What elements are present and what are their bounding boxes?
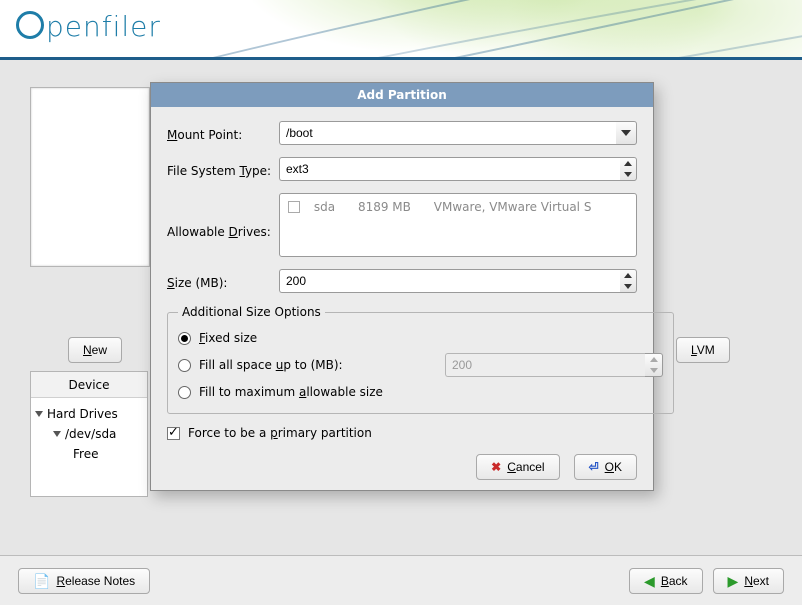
new-button[interactable]: New — [68, 337, 122, 363]
additional-size-legend: Additional Size Options — [178, 305, 325, 319]
device-tree-header: Device — [31, 372, 147, 398]
radio-icon — [178, 386, 191, 399]
ok-button[interactable]: ⏎ OK — [574, 454, 637, 480]
cancel-icon: ✖ — [491, 460, 501, 474]
chevron-up-icon — [624, 273, 632, 278]
radio-fixed-size[interactable]: Fixed size — [178, 327, 663, 349]
drive-desc: VMware, VMware Virtual S — [434, 200, 592, 214]
arrow-right-icon: ▶ — [728, 574, 739, 588]
size-input[interactable] — [279, 269, 620, 293]
drive-checkbox[interactable] — [288, 201, 300, 213]
size-stepper[interactable] — [620, 269, 637, 293]
mount-point-input[interactable] — [279, 121, 616, 145]
tree-row-dev-sda[interactable]: /dev/sda — [35, 424, 141, 444]
next-button[interactable]: ▶ Next — [713, 568, 784, 594]
radio-fill-max[interactable]: Fill to maximum allowable size — [178, 381, 663, 403]
lvm-button[interactable]: LVM — [676, 337, 730, 363]
cancel-button[interactable]: ✖ Cancel — [476, 454, 559, 480]
size-label: Size (MB): — [167, 272, 279, 290]
wizard-bottom-bar: 📄 Release Notes ◀ Back ▶ Next — [0, 555, 802, 605]
chevron-down-icon — [624, 284, 632, 289]
chevron-up-icon — [650, 357, 658, 362]
logo: penfiler — [16, 10, 161, 43]
chevron-down-icon — [53, 431, 61, 437]
chevron-up-icon — [624, 161, 632, 166]
fs-type-label: File System Type: — [167, 160, 279, 178]
chevron-down-icon — [35, 411, 43, 417]
allowable-drives-label: Allowable Drives: — [167, 193, 279, 257]
notes-icon: 📄 — [33, 574, 50, 588]
dialog-title: Add Partition — [151, 83, 653, 107]
release-notes-button[interactable]: 📄 Release Notes — [18, 568, 150, 594]
mount-point-dropdown[interactable] — [616, 121, 637, 145]
fill-up-to-input — [445, 353, 645, 377]
tree-label: Free — [73, 447, 98, 461]
ok-icon: ⏎ — [589, 460, 599, 474]
device-tree: Device Hard Drives /dev/sda Free — [30, 371, 148, 497]
radio-fill-up-to[interactable]: Fill all space up to (MB): — [178, 349, 663, 381]
drive-name: sda — [314, 200, 335, 214]
fill-up-to-stepper — [645, 353, 663, 377]
additional-size-options: Additional Size Options Fixed size Fill … — [167, 305, 674, 414]
back-button[interactable]: ◀ Back — [629, 568, 702, 594]
force-primary-checkbox[interactable] — [167, 427, 180, 440]
drive-size: 8189 MB — [358, 200, 411, 214]
add-partition-dialog: Add Partition Mount Point: File System T… — [150, 82, 654, 491]
tree-row-free[interactable]: Free — [35, 444, 141, 464]
fs-type-input[interactable] — [279, 157, 620, 181]
force-primary-row[interactable]: Force to be a primary partition — [167, 422, 637, 450]
tree-row-hard-drives[interactable]: Hard Drives — [35, 404, 141, 424]
radio-icon — [178, 359, 191, 372]
chevron-down-icon — [624, 172, 632, 177]
arrow-left-icon: ◀ — [644, 574, 655, 588]
radio-icon — [178, 332, 191, 345]
fs-type-stepper[interactable] — [620, 157, 637, 181]
allowable-drives-list[interactable]: sda 8189 MB VMware, VMware Virtual S — [279, 193, 637, 257]
tree-label: Hard Drives — [47, 407, 118, 421]
mount-point-label: Mount Point: — [167, 124, 279, 142]
chevron-down-icon — [621, 130, 631, 136]
tree-label: /dev/sda — [65, 427, 116, 441]
partition-canvas — [30, 87, 150, 267]
app-header: penfiler — [0, 0, 802, 60]
chevron-down-icon — [650, 368, 658, 373]
